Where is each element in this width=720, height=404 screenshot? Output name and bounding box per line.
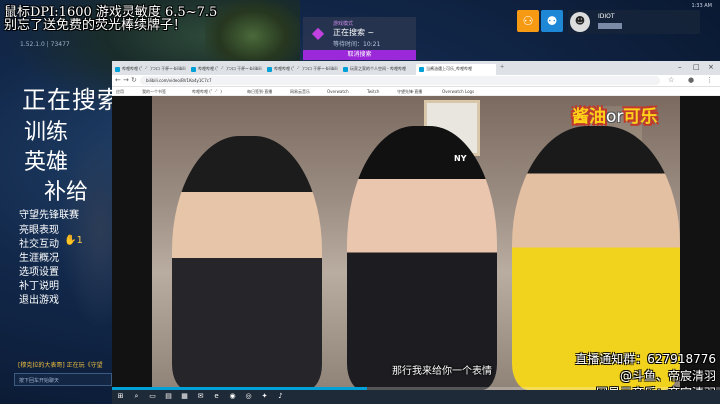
chat-input[interactable]: 按下回车开始聊天 bbox=[14, 373, 112, 386]
star-icon[interactable]: ☆ bbox=[668, 76, 674, 84]
cancel-search-button[interactable]: 取消搜索 bbox=[303, 50, 416, 60]
bilibili-favicon-icon bbox=[191, 67, 196, 72]
search-panel-title: 正在搜索 ~ bbox=[333, 28, 375, 37]
player-name: IDIOT bbox=[598, 13, 615, 20]
avatar: ☻ bbox=[570, 12, 590, 32]
tab-bilibili-3[interactable]: 哔哩哔哩 (゜-゜)つロ 干杯~-bilibili bbox=[264, 64, 340, 75]
menu-exit-game[interactable]: 退出游戏 bbox=[19, 291, 59, 306]
menu-career[interactable]: 生涯概况 bbox=[19, 249, 59, 264]
browser-window: 哔哩哔哩 (゜-゜)つロ 干杯~-bilibili 哔哩哔哩 (゜-゜)つロ 干… bbox=[112, 61, 720, 390]
overwatch-logo-icon: ◆ bbox=[311, 23, 325, 42]
bookmark-item[interactable]: 守望先锋·直播 bbox=[397, 89, 422, 95]
group-button[interactable]: ⚇ bbox=[517, 10, 539, 32]
social-badge-count: 1 bbox=[76, 235, 83, 246]
minimize-icon[interactable]: – bbox=[678, 63, 682, 71]
menu-supply[interactable]: 补给 bbox=[44, 174, 88, 206]
task-view-icon[interactable]: ▭ bbox=[148, 392, 157, 401]
tab-label: 哔哩哔哩 (゜-゜)つロ 干杯~-bilibili bbox=[198, 66, 262, 71]
menu-icon[interactable]: ⋮ bbox=[706, 76, 713, 84]
title-part-1: 酱油 bbox=[572, 107, 606, 127]
stream-douyu-info: @斗鱼、帝宸清羽 bbox=[619, 369, 716, 383]
bookmark-item[interactable]: 每日签到·直播 bbox=[247, 89, 272, 95]
music-icon[interactable]: ♪ bbox=[276, 392, 285, 401]
bilibili-favicon-icon bbox=[115, 67, 120, 72]
mail-icon[interactable]: ✉ bbox=[196, 392, 205, 401]
player-level-badge bbox=[598, 23, 622, 29]
back-icon[interactable]: ← bbox=[115, 76, 121, 84]
bookmark-apps[interactable]: 应用 bbox=[116, 89, 124, 95]
bilibili-favicon-icon bbox=[267, 67, 272, 72]
new-tab-icon[interactable]: + bbox=[500, 64, 504, 70]
search-wait-time: 等待时间：10:21 bbox=[333, 41, 381, 48]
title-or: or bbox=[606, 107, 624, 127]
edge-icon[interactable]: e bbox=[212, 392, 221, 401]
game-version: 1.52.1.0 | 73477 bbox=[20, 41, 70, 48]
menu-highlights[interactable]: 亮眼表现 bbox=[19, 221, 59, 236]
bilibili-favicon-icon bbox=[419, 67, 424, 72]
friends-icon: ⚉ bbox=[546, 14, 558, 28]
person-left bbox=[172, 136, 322, 390]
tab-label: 当酱油遇上可乐_哔哩哔哩 bbox=[426, 66, 472, 71]
search-panel-header: 游戏模式 bbox=[333, 21, 354, 27]
tab-bilibili-1[interactable]: 哔哩哔哩 (゜-゜)つロ 干杯~-bilibili bbox=[112, 64, 188, 75]
cap-logo: NY bbox=[454, 154, 467, 163]
profile-icon[interactable]: ● bbox=[688, 76, 694, 84]
url-input[interactable]: bilibili.com/video/BV1Ko4y1C7c7 bbox=[140, 76, 660, 85]
forward-icon[interactable]: → bbox=[123, 76, 129, 84]
bilibili-favicon-icon bbox=[343, 67, 348, 72]
overlay-reminder-text: 别忘了送免费的荧光棒续牌子！ bbox=[4, 18, 187, 33]
video-subtitle: 那行我来给你一个表情 bbox=[392, 366, 492, 377]
battle-net-icon[interactable]: ✦ bbox=[260, 392, 269, 401]
address-bar-row: ← → ↻ bilibili.com/video/BV1Ko4y1C7c7 ☆ … bbox=[112, 75, 720, 87]
chat-message: [穆克拉的大表哥] 正在玩《守望 bbox=[18, 362, 103, 369]
tab-label: 玩家之家的个人空间 - 哔哩哔哩 bbox=[350, 66, 406, 71]
windows-icon[interactable]: ⊞ bbox=[116, 392, 125, 401]
bookmark-item[interactable]: 哔哩哔哩 (゜-゜) bbox=[192, 89, 222, 95]
bookmark-item[interactable]: 我的一个书签 bbox=[142, 89, 166, 95]
chrome-icon[interactable]: ◉ bbox=[228, 392, 237, 401]
screen: 鼠标DPI:1600 游戏灵敏度 6.5~7.5 别忘了送免费的荧光棒续牌子！ … bbox=[0, 0, 720, 404]
tab-label: 哔哩哔哩 (゜-゜)つロ 干杯~-bilibili bbox=[122, 66, 186, 71]
hero-figure bbox=[205, 0, 300, 60]
title-part-2: 可乐 bbox=[623, 107, 658, 127]
store-icon[interactable]: ▦ bbox=[180, 392, 189, 401]
bookmark-item[interactable]: 网易云音乐 bbox=[290, 89, 310, 95]
close-icon[interactable]: × bbox=[708, 63, 714, 71]
player-card[interactable]: ☻ IDIOT bbox=[568, 10, 700, 34]
menu-social[interactable]: 社交互动 bbox=[19, 235, 59, 250]
menu-owl[interactable]: 守望先锋联赛 bbox=[19, 206, 79, 221]
tab-strip: 哔哩哔哩 (゜-゜)つロ 干杯~-bilibili 哔哩哔哩 (゜-゜)つロ 干… bbox=[112, 61, 720, 75]
bookmarks-bar: 应用 我的一个书签 哔哩哔哩 (゜-゜) 每日签到·直播 网易云音乐 Overw… bbox=[112, 87, 720, 96]
explorer-icon[interactable]: ▤ bbox=[164, 392, 173, 401]
taskbar: ⊞ ⌕ ▭ ▤ ▦ ✉ e ◉ ◎ ✦ ♪ bbox=[112, 390, 720, 404]
bookmark-item[interactable]: Twitch bbox=[367, 89, 379, 94]
search-icon[interactable]: ⌕ bbox=[132, 392, 141, 401]
menu-heroes[interactable]: 英雄 bbox=[24, 144, 68, 176]
tab-bilibili-4[interactable]: 玩家之家的个人空间 - 哔哩哔哩 bbox=[340, 64, 416, 75]
tab-label: 哔哩哔哩 (゜-゜)つロ 干杯~-bilibili bbox=[274, 66, 338, 71]
menu-training[interactable]: 训练 bbox=[24, 114, 68, 146]
menu-searching: 正在搜索 bbox=[22, 86, 122, 114]
menu-patch-notes[interactable]: 补丁说明 bbox=[19, 277, 59, 292]
video-player[interactable]: NY 酱油or可乐 那行我来给你一个表情 bbox=[112, 96, 720, 390]
video-frame: NY 酱油or可乐 那行我来给你一个表情 bbox=[152, 96, 680, 390]
person-center bbox=[347, 126, 497, 390]
menu-options[interactable]: 选项设置 bbox=[19, 263, 59, 278]
bookmark-item[interactable]: Overwatch bbox=[327, 89, 349, 94]
stream-group-info: 直播通知群：627918776 bbox=[575, 352, 716, 366]
overwatch-icon[interactable]: ◎ bbox=[244, 392, 253, 401]
friends-button[interactable]: ⚉ bbox=[541, 10, 563, 32]
video-title-overlay: 酱油or可乐 bbox=[572, 102, 657, 127]
reload-icon[interactable]: ↻ bbox=[131, 76, 137, 84]
bookmark-item[interactable]: Overwatch Logs bbox=[442, 89, 474, 94]
tab-bilibili-2[interactable]: 哔哩哔哩 (゜-゜)つロ 干杯~-bilibili bbox=[188, 64, 264, 75]
group-icon: ⚇ bbox=[522, 14, 534, 28]
system-clock: 1:33 AM bbox=[691, 3, 712, 9]
maximize-icon[interactable]: □ bbox=[693, 63, 700, 71]
tab-active-video[interactable]: 当酱油遇上可乐_哔哩哔哩 bbox=[416, 64, 496, 75]
social-notification-badge: ✋1 bbox=[64, 235, 83, 246]
